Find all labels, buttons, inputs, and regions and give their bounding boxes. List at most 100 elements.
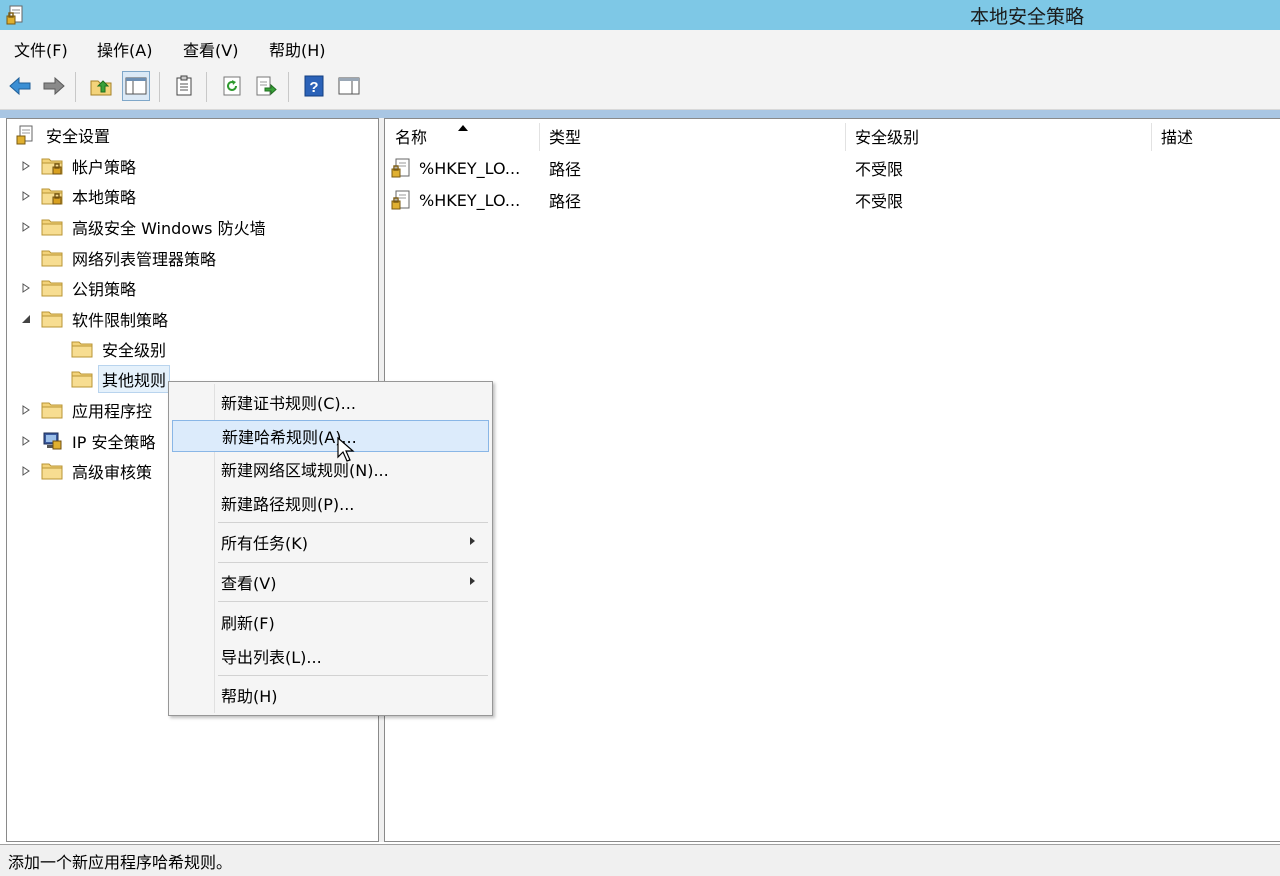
window-title: 本地安全策略 (970, 6, 1085, 28)
column-header-type[interactable]: 类型 (539, 121, 845, 151)
cell-security-level: 不受限 (855, 160, 904, 179)
toolbar: ? (0, 64, 1280, 110)
tree-item[interactable]: 高级安全 Windows 防火墙 (21, 214, 269, 240)
menu-separator (218, 675, 488, 676)
menu-item-export-list[interactable]: 导出列表(L)... (172, 640, 489, 672)
tree-item-label: 应用程序控 (72, 402, 153, 421)
toolbar-separator (206, 72, 207, 102)
tree-item[interactable]: 网络列表管理器策略 (21, 245, 219, 271)
menu-item-refresh[interactable]: 刷新(F) (172, 606, 489, 638)
expand-arrow-icon[interactable] (21, 405, 31, 415)
export-list-icon (256, 76, 277, 96)
menu-item-new-hash-rule[interactable]: 新建哈希规则(A)... (172, 420, 489, 452)
column-header-name[interactable]: 名称 (385, 121, 539, 151)
column-header-description[interactable]: 描述 (1151, 121, 1280, 151)
expand-arrow-icon[interactable] (21, 436, 31, 446)
folder-icon (41, 219, 63, 236)
up-button[interactable] (87, 71, 115, 101)
menu-separator (218, 601, 488, 602)
submenu-arrow-icon (470, 577, 475, 585)
folder-icon (71, 341, 93, 358)
menu-item-new-path-rule[interactable]: 新建路径规则(P)... (172, 487, 489, 519)
show-hide-console-tree-button[interactable] (122, 71, 150, 101)
help-button[interactable]: ? (300, 71, 328, 101)
collapse-arrow-icon[interactable] (21, 314, 31, 324)
cell-name: %HKEY_LO... (419, 158, 521, 178)
context-menu: 新建证书规则(C)... 新建哈希规则(A)... 新建网络区域规则(N)...… (168, 381, 493, 716)
show-hide-console-tree-icon (125, 77, 147, 95)
tree-item[interactable]: 帐户策略 (21, 153, 139, 179)
forward-button[interactable] (40, 71, 68, 101)
menu-action[interactable]: 操作(A) (97, 37, 152, 61)
path-rule-icon (391, 190, 410, 210)
folder-icon (41, 402, 63, 419)
details-list: 名称 类型 安全级别 描述 %HKEY_LO... 路径 不受限 %HKEY_L… (384, 118, 1280, 842)
security-settings-icon (16, 125, 33, 145)
tree-item-label: 软件限制策略 (72, 311, 169, 330)
tree-item-label: 本地策略 (72, 188, 137, 207)
mouse-cursor-icon (337, 437, 355, 462)
tree-item-label: 网络列表管理器策略 (72, 250, 217, 269)
tree-item-label: 高级审核策 (72, 463, 153, 482)
tree-item-label: 公钥策略 (72, 280, 137, 299)
menu-item-new-network-zone-rule[interactable]: 新建网络区域规则(N)... (172, 453, 489, 485)
tree-item[interactable]: 软件限制策略 (21, 306, 171, 332)
menu-file[interactable]: 文件(F) (14, 37, 68, 61)
status-text: 添加一个新应用程序哈希规则。 (8, 853, 233, 872)
folder-icon (41, 250, 63, 267)
policy-folder-icon (41, 188, 63, 205)
menu-item-new-certificate-rule[interactable]: 新建证书规则(C)... (172, 386, 489, 418)
submenu-arrow-icon (470, 537, 475, 545)
tree-item[interactable]: 应用程序控 (21, 397, 155, 423)
expand-arrow-icon[interactable] (21, 283, 31, 293)
tree-item[interactable]: 高级审核策 (21, 458, 155, 484)
menu-item-help[interactable]: 帮助(H) (172, 679, 489, 711)
tree-item[interactable]: 其他规则 (51, 365, 171, 393)
folder-icon (41, 463, 63, 480)
menu-view[interactable]: 查看(V) (183, 37, 238, 61)
expand-arrow-icon[interactable] (21, 161, 31, 171)
path-rule-icon (391, 158, 410, 178)
help-icon: ? (304, 75, 324, 97)
tree-item-label: 高级安全 Windows 防火墙 (72, 219, 266, 238)
svg-text:?: ? (309, 79, 318, 96)
menu-separator (218, 522, 488, 523)
local-security-policy-icon (6, 5, 23, 25)
title-bar: 本地安全策略 (0, 0, 1280, 30)
tree-root[interactable]: 安全设置 (15, 122, 113, 148)
properties-button[interactable] (170, 71, 198, 101)
tree-item[interactable]: 本地策略 (21, 183, 139, 209)
table-row[interactable]: %HKEY_LO... 路径 不受限 (391, 185, 1271, 215)
folder-icon (41, 311, 63, 328)
expand-arrow-icon[interactable] (21, 222, 31, 232)
export-list-button[interactable] (252, 71, 280, 101)
back-button[interactable] (6, 71, 34, 101)
up-folder-icon (90, 80, 112, 96)
column-header-security-level[interactable]: 安全级别 (845, 121, 1151, 151)
refresh-icon (223, 76, 241, 96)
tree-item-label: 安全级别 (102, 341, 167, 360)
forward-icon (43, 76, 65, 96)
cell-type: 路径 (549, 192, 582, 211)
menu-item-view[interactable]: 查看(V) (172, 566, 489, 598)
refresh-button[interactable] (218, 71, 246, 101)
back-icon (9, 76, 31, 96)
table-row[interactable]: %HKEY_LO... 路径 不受限 (391, 153, 1271, 183)
menu-help[interactable]: 帮助(H) (269, 37, 326, 61)
expand-arrow-icon[interactable] (21, 466, 31, 476)
menu-item-all-tasks[interactable]: 所有任务(K) (172, 526, 489, 558)
tree-item[interactable]: IP 安全策略 (21, 428, 158, 454)
show-hide-action-pane-icon (338, 77, 360, 95)
status-bar: 添加一个新应用程序哈希规则。 (0, 844, 1280, 876)
expand-arrow-icon[interactable] (21, 191, 31, 201)
tree-item[interactable]: 公钥策略 (21, 275, 139, 301)
policy-folder-icon (41, 158, 63, 175)
folder-icon (41, 280, 63, 297)
show-hide-action-pane-button[interactable] (335, 71, 363, 101)
menu-separator (218, 562, 488, 563)
tree-item[interactable]: 安全级别 (51, 336, 169, 362)
folder-icon (71, 371, 93, 388)
tree-item-label: 帐户策略 (72, 158, 137, 177)
properties-icon (176, 75, 192, 96)
toolbar-separator (159, 72, 160, 102)
